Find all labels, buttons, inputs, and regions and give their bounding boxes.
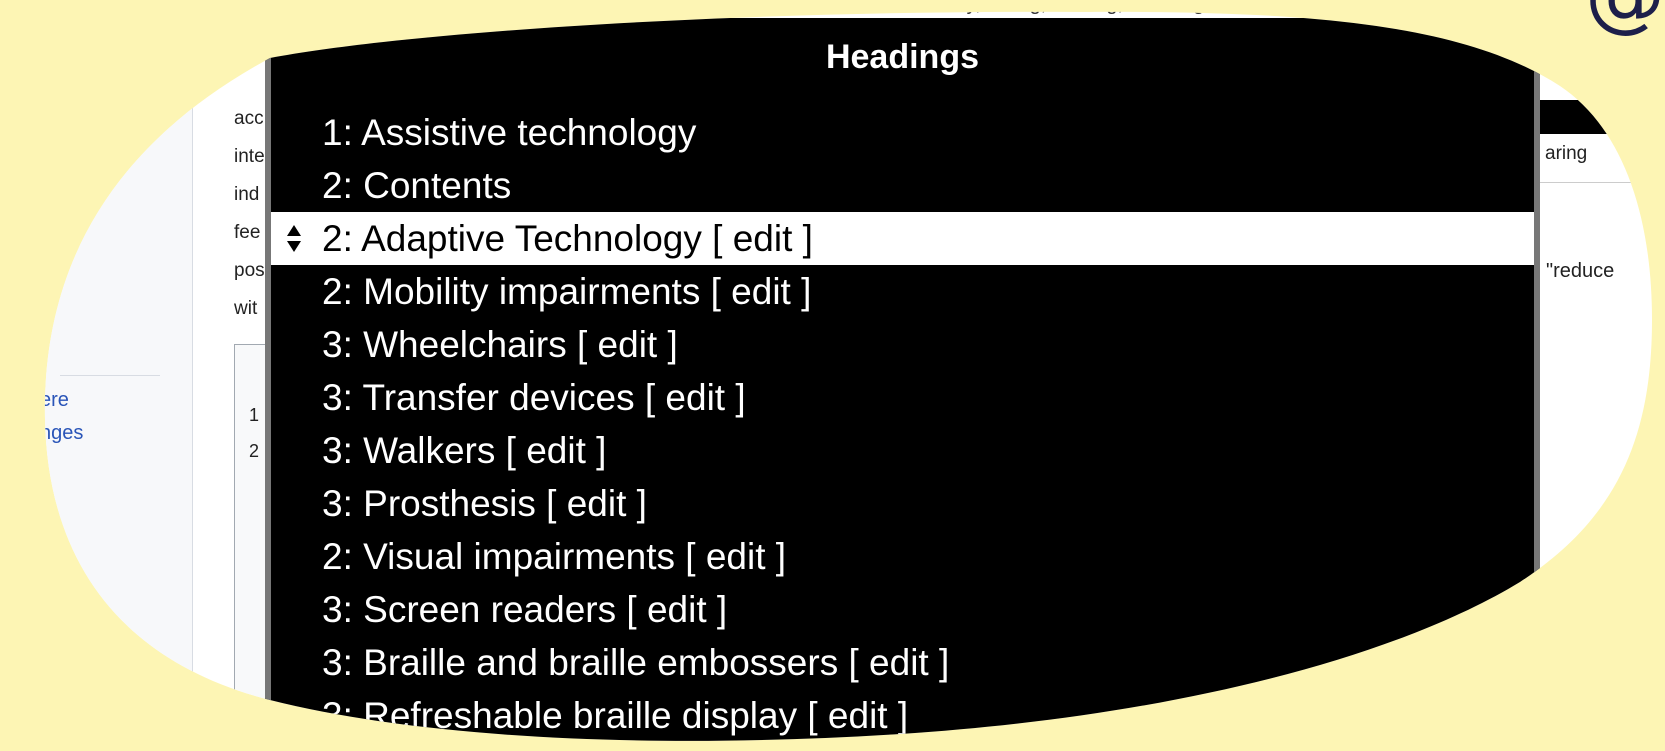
heading-item-label: 3: Braille and braille embossers [ edit …: [322, 642, 950, 683]
toc-number: 2: [249, 441, 260, 461]
up-down-chevron-icon: [283, 212, 305, 265]
heading-item[interactable]: 3: Braille and braille embossers [ edit …: [271, 636, 1534, 689]
headings-rotor-panel: Headings 1: Assistive technology 2: Conte…: [265, 18, 1540, 751]
right-page-divider: [1540, 182, 1650, 183]
right-page-text: "reduce: [1546, 260, 1615, 282]
blob-frame: ere nges ...bility, eating, bathing, dre…: [0, 0, 1665, 751]
heading-item[interactable]: 2: Visual impairments [ edit ]: [271, 530, 1534, 583]
at-sign-logo: @: [1585, 0, 1665, 35]
paragraph-fragment: fee: [234, 222, 261, 243]
sidebar-link[interactable]: ere: [40, 389, 69, 412]
heading-item[interactable]: 3: Walkers [ edit ]: [271, 424, 1534, 477]
heading-item[interactable]: 2: Mobility impairments [ edit ]: [271, 265, 1534, 318]
heading-item-label: 3: Walkers [ edit ]: [322, 430, 607, 471]
heading-item-label: 2: Mobility impairments [ edit ]: [322, 271, 812, 312]
heading-item[interactable]: 3: Screen readers [ edit ]: [271, 583, 1534, 636]
sidebar-divider: [60, 375, 160, 376]
heading-list: 1: Assistive technology 2: Contents 2: Ada…: [271, 106, 1534, 742]
heading-item-label: 3: Prosthesis [ edit ]: [322, 483, 647, 524]
left-sidebar: ere nges: [0, 0, 193, 751]
heading-item-label: 3: Screen readers [ edit ]: [322, 589, 728, 630]
heading-item[interactable]: 2: Contents: [271, 159, 1534, 212]
paragraph-fragment: pos: [234, 260, 265, 281]
rotor-title: Headings: [825, 38, 980, 76]
heading-item-label: 3: Transfer devices [ edit ]: [322, 377, 746, 418]
heading-item[interactable]: 3: Refreshable braille display [ edit ]: [271, 689, 1534, 742]
heading-item-label: 1: Assistive technology: [322, 112, 697, 153]
right-page-dark-block: [1540, 100, 1660, 134]
heading-item[interactable]: 3: Prosthesis [ edit ]: [271, 477, 1534, 530]
sidebar-link[interactable]: nges: [40, 422, 83, 445]
heading-item[interactable]: 3: Transfer devices [ edit ]: [271, 371, 1534, 424]
heading-item-label: 2: Visual impairments [ edit ]: [322, 536, 787, 577]
heading-item-label: 2: Contents: [322, 165, 512, 206]
right-page-text: aring: [1545, 143, 1588, 164]
paragraph-fragment: ind: [234, 184, 260, 205]
heading-item-label: 3: Refreshable braille display [ edit ]: [322, 695, 909, 736]
heading-item[interactable]: 3: Wheelchairs [ edit ]: [271, 318, 1534, 371]
toc-number: 1: [249, 405, 260, 425]
heading-item-selected[interactable]: 2: Adaptive Technology [ edit ]: [271, 212, 1534, 265]
page-top-text: ...bility, eating, bathing, dressing a..…: [920, 0, 1238, 15]
heading-item[interactable]: 1: Assistive technology: [271, 106, 1534, 159]
paragraph-fragment: wit: [234, 298, 258, 319]
paragraph-fragment: inte: [234, 146, 265, 167]
heading-item-label: 3: Wheelchairs [ edit ]: [322, 324, 678, 365]
heading-item-label: 2: Adaptive Technology [ edit ]: [322, 218, 813, 259]
paragraph-fragment: acc: [234, 108, 264, 129]
screenshot-stage: ere nges ...bility, eating, bathing, dre…: [0, 0, 1665, 751]
